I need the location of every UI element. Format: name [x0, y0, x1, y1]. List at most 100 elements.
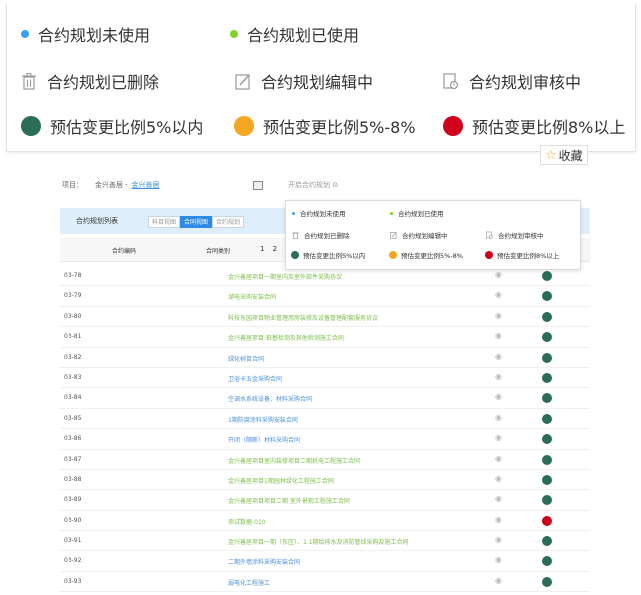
- tab-contract-plan[interactable]: 合约规划: [212, 216, 245, 228]
- status-dot-icon: [542, 474, 552, 485]
- contract-plan-page: 项目： 金兴善居 - 金兴善居 开启合约规划 ⊙ 合约规划列表 科目视图 合同视…: [56, 168, 590, 595]
- table-row[interactable]: 03-83 卫浴卡五金采购合同 ◉: [60, 368, 590, 389]
- orange-dot-icon: [234, 116, 254, 136]
- status-dot-icon: [542, 291, 552, 302]
- row-code: 03-81: [64, 333, 82, 341]
- row-contract-link[interactable]: 空调水系统设备、材料采购合同: [228, 394, 312, 403]
- table-row[interactable]: 03-90 测试数据-010 ◉: [60, 511, 590, 532]
- help-icon[interactable]: ⊙: [332, 181, 338, 189]
- breadcrumb-link[interactable]: 金兴善居: [132, 180, 160, 190]
- table-row[interactable]: 03-86 开闭（隔断）材料采购合同 ◉: [60, 429, 590, 450]
- breadcrumb-item: 金兴善居: [95, 181, 123, 189]
- eye-icon[interactable]: ◉: [495, 474, 502, 483]
- row-contract-link[interactable]: 金兴善居项目一期室内及室外部件采购协议: [228, 272, 342, 281]
- eye-icon[interactable]: ◉: [495, 332, 502, 340]
- table-row[interactable]: 03-79 湖电采购安装合同 ◉: [60, 286, 590, 307]
- eye-icon[interactable]: ◉: [495, 352, 502, 361]
- row-code: 03-93: [64, 577, 82, 585]
- table-row[interactable]: 03-84 空调水系统设备、材料采购合同 ◉: [60, 388, 590, 409]
- popup-legend-deleted: 合约规划已删除: [292, 230, 350, 240]
- table-row[interactable]: 03-87 金兴善居项目室内装修项目二期机电工程施工合同 ◉: [60, 450, 590, 470]
- green-dot-icon: [230, 30, 238, 38]
- table-row[interactable]: 03-93 弱电化工程施工 ◉: [60, 572, 590, 593]
- legend-unused: 合约规划未使用: [21, 22, 150, 46]
- table-row[interactable]: 03-80 科技东园项目物业管理用房装修及设备管理配套服务协议 ◉: [60, 307, 590, 328]
- legend-panel: 合约规划未使用 合约规划已使用 合约规划已删除 合约规划编辑中 合约规划审核中 …: [6, 4, 636, 152]
- row-contract-link[interactable]: 金兴善居项目 桩基检测及其他检测施工合同: [228, 333, 344, 342]
- red-dot-icon: [485, 251, 493, 259]
- eye-icon[interactable]: ◉: [495, 271, 502, 279]
- eye-icon[interactable]: ◉: [495, 434, 502, 442]
- section-title: 合约规划列表: [76, 217, 118, 225]
- status-dot-icon: [542, 393, 552, 404]
- select-dropdown[interactable]: [253, 181, 263, 190]
- tab-contract-view[interactable]: 合同视图: [180, 216, 213, 228]
- eye-icon[interactable]: ◉: [495, 495, 502, 503]
- legend-range5to8-label: 预估变更比例5%-8%: [263, 118, 416, 137]
- legend-row-ratio: 预估变更比例5%以内 预估变更比例5%-8% 预估变更比例8%以上: [7, 104, 635, 144]
- edit-icon: [235, 74, 250, 90]
- eye-icon[interactable]: ◉: [495, 372, 502, 381]
- table-row[interactable]: 03-82 绿化树苗合同 ◉: [60, 348, 590, 368]
- row-contract-link[interactable]: 金兴善居项目一期（东区）、1.1期给排水及消防管线采购及施工合同: [228, 537, 409, 546]
- eye-icon[interactable]: ◉: [495, 291, 502, 299]
- row-code: 03-90: [64, 516, 82, 524]
- popup-legend-unused: 合约规划未使用: [292, 208, 346, 218]
- breadcrumb-prefix: 项目：: [62, 181, 83, 189]
- status-dot-icon: [542, 372, 552, 383]
- row-contract-link[interactable]: 卫浴卡五金采购合同: [228, 374, 282, 383]
- tab-subject-view[interactable]: 科目视图: [148, 216, 181, 228]
- table-row[interactable]: 03-91 金兴善居项目一期（东区）、1.1期给排水及消防管线采购及施工合同 ◉: [60, 531, 590, 552]
- eye-icon[interactable]: ◉: [495, 556, 502, 564]
- row-code: 03-82: [64, 353, 82, 361]
- table-row[interactable]: 03-89 金兴善居项目项目二期 室外景观工程施工合同 ◉: [60, 490, 590, 511]
- table-body: 03-78 金兴善居项目一期室内及室外部件采购协议 ◉ 03-79 湖电采购安装合同 ◉ 0…: [60, 266, 590, 593]
- status-dot-icon: [542, 495, 552, 506]
- eye-icon[interactable]: ◉: [495, 413, 502, 422]
- table-row[interactable]: 03-88 金兴善居项目1期园林绿化工程施工合同 ◉: [60, 470, 590, 491]
- row-contract-link[interactable]: 弱电化工程施工: [228, 578, 270, 587]
- status-dot-icon: [542, 352, 552, 363]
- legend-within5: 预估变更比例5%以内: [21, 114, 203, 138]
- row-code: 03-92: [64, 557, 82, 565]
- row-contract-link[interactable]: 科技东园项目物业管理用房装修及设备管理配套服务协议: [228, 313, 378, 322]
- popup-legend-editing: 合约规划编辑中: [390, 230, 448, 240]
- row-contract-link[interactable]: 1期防腐涂料采购安装合同: [228, 415, 298, 424]
- eye-icon[interactable]: ◉: [495, 576, 502, 585]
- legend-used-label: 合约规划已使用: [247, 26, 360, 45]
- row-contract-link[interactable]: 开闭（隔断）材料采购合同: [228, 435, 300, 444]
- row-contract-link[interactable]: 金兴善居项目项目二期 室外景观工程施工合同: [228, 496, 350, 505]
- legend-row-usage: 合约规划未使用 合约规划已使用: [7, 12, 635, 52]
- eye-icon[interactable]: ◉: [495, 454, 502, 463]
- popup-used-label: 合约规划已使用: [398, 210, 444, 218]
- eye-icon[interactable]: ◉: [495, 393, 502, 401]
- favorite-button[interactable]: ☆ 收藏: [540, 145, 588, 165]
- filter-toggle[interactable]: 开启合约规划 ⊙: [288, 180, 338, 190]
- blue-dot-icon: [292, 211, 295, 215]
- row-contract-link[interactable]: 绿化树苗合同: [228, 354, 264, 363]
- dark-green-dot-icon: [291, 251, 299, 259]
- popup-range5to8-label: 预估变更比例5%-8%: [401, 252, 463, 260]
- row-contract-link[interactable]: 湖电采购安装合同: [228, 292, 276, 301]
- popup-legend-above8: 预估变更比例8%以上: [485, 250, 559, 260]
- row-contract-link[interactable]: 二期外墙涂料采购安装合同: [228, 557, 300, 566]
- status-dot-icon: [542, 311, 552, 322]
- row-contract-link[interactable]: 金兴善居项目1期园林绿化工程施工合同: [228, 476, 334, 485]
- legend-popup: 合约规划未使用 合约规划已使用 合约规划已删除 合约规划编辑中 合约规划审核中 …: [285, 200, 581, 270]
- table-row[interactable]: 03-92 二期外墙涂料采购安装合同 ◉: [60, 551, 590, 572]
- legend-used: 合约规划已使用: [230, 22, 359, 46]
- eye-icon[interactable]: ◉: [495, 536, 502, 544]
- row-contract-link[interactable]: 金兴善居项目室内装修项目二期机电工程施工合同: [228, 456, 360, 465]
- review-icon: [486, 231, 493, 239]
- eye-icon[interactable]: ◉: [495, 311, 502, 320]
- eye-icon[interactable]: ◉: [495, 515, 502, 524]
- legend-reviewing-label: 合约规划审核中: [469, 73, 582, 92]
- row-code: 03-84: [64, 394, 82, 402]
- table-row[interactable]: 03-81 金兴善居项目 桩基检测及其他检测施工合同 ◉: [60, 327, 590, 348]
- table-row[interactable]: 03-85 1期防腐涂料采购安装合同 ◉: [60, 409, 590, 430]
- row-contract-link[interactable]: 测试数据-010: [228, 517, 266, 526]
- filter-toggle-label: 开启合约规划: [288, 181, 330, 189]
- status-dot-icon: [542, 332, 552, 343]
- column-header-code: 合约编码: [112, 248, 137, 255]
- legend-within5-label: 预估变更比例5%以内: [50, 118, 204, 137]
